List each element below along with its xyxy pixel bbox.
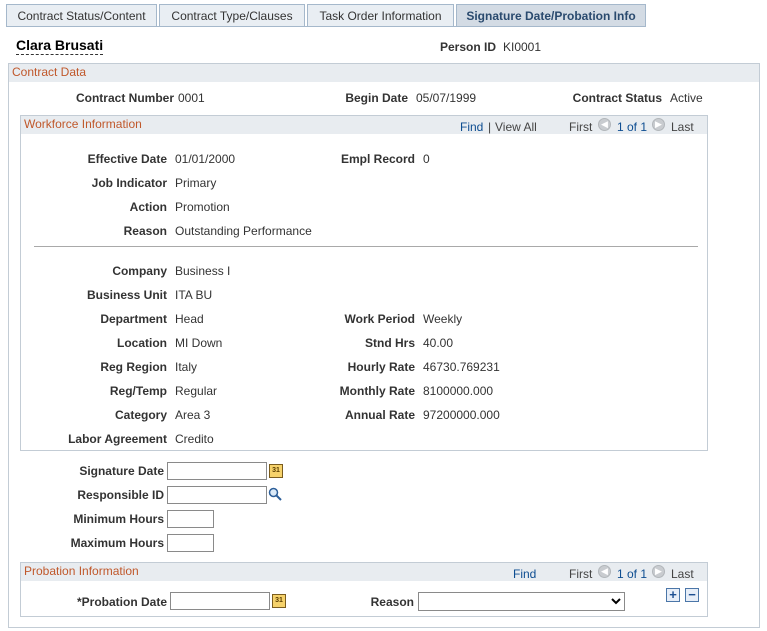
annual-rate-label: Annual Rate (344, 408, 415, 422)
labor-agreement-label: Labor Agreement (68, 432, 167, 446)
effective-date-value: 01/01/2000 (175, 152, 236, 166)
contract-data-header: Contract Data (9, 64, 759, 82)
reg-temp-label: Reg/Temp (109, 384, 167, 398)
action-label: Action (129, 200, 167, 214)
probation-reason-select[interactable] (418, 592, 625, 611)
contract-status-value: Active (670, 91, 703, 105)
probation-first-label: First (569, 567, 593, 581)
location-value: MI Down (175, 336, 223, 350)
hourly-rate-label: Hourly Rate (347, 360, 415, 374)
probation-next-icon: ▶ (652, 565, 665, 578)
tab-label: Signature Date/Probation Info (466, 9, 636, 23)
department-label: Department (100, 312, 167, 326)
tab-contract-type-clauses[interactable]: Contract Type/Clauses (159, 4, 305, 26)
reg-region-value: Italy (175, 360, 198, 374)
probation-counter: 1 of 1 (617, 567, 648, 581)
begin-date-label: Begin Date (345, 91, 408, 105)
location-label: Location (117, 336, 167, 350)
contract-status-label: Contract Status (572, 91, 662, 105)
probation-date-calendar-icon[interactable]: 31 (272, 594, 286, 608)
action-value: Promotion (175, 200, 230, 214)
business-unit-value: ITA BU (175, 288, 213, 302)
probation-last-label: Last (671, 567, 694, 581)
workforce-counter: 1 of 1 (617, 120, 648, 134)
annual-rate-value: 97200000.000 (423, 408, 500, 422)
work-period-value: Weekly (423, 312, 463, 326)
signature-date-calendar-icon[interactable]: 31 (269, 464, 283, 478)
tab-underline (6, 26, 646, 27)
probation-previous-icon: ◀ (598, 565, 611, 578)
tab-signature-date-probation-info[interactable]: Signature Date/Probation Info (456, 4, 646, 27)
contract-number-value: 0001 (178, 91, 205, 105)
person-id-label: Person ID (440, 40, 497, 54)
probation-reason-label: Reason (370, 595, 414, 609)
workforce-next-icon: ▶ (652, 118, 665, 131)
department-value: Head (175, 312, 204, 326)
workforce-find-link[interactable]: Find (460, 120, 483, 134)
business-unit-label: Business Unit (86, 288, 167, 302)
company-value: Business I (175, 264, 231, 278)
company-label: Company (112, 264, 167, 278)
minimum-hours-field[interactable] (167, 510, 214, 528)
reg-temp-value: Regular (175, 384, 218, 398)
empl-record-value: 0 (423, 152, 430, 166)
probation-information-title: Probation Information (24, 564, 139, 578)
responsible-id-label: Responsible ID (77, 488, 164, 502)
category-value: Area 3 (175, 408, 211, 422)
begin-date-value: 05/07/1999 (416, 91, 477, 105)
workforce-information-title: Workforce Information (24, 117, 142, 131)
minimum-hours-label: Minimum Hours (73, 512, 164, 526)
workforce-divider (34, 246, 698, 247)
stnd-hrs-value: 40.00 (423, 336, 454, 350)
tab-label: Contract Type/Clauses (171, 9, 293, 23)
job-indicator-value: Primary (175, 176, 217, 190)
delete-row-button[interactable]: − (685, 588, 699, 602)
tab-task-order-information[interactable]: Task Order Information (307, 4, 454, 26)
workforce-first-label: First (569, 120, 593, 134)
person-name[interactable]: Clara Brusati (16, 37, 104, 55)
probation-find-link[interactable]: Find (513, 567, 536, 581)
contract-number-label: Contract Number (75, 91, 174, 105)
workforce-view-all-link[interactable]: View All (495, 120, 537, 134)
tab-label: Contract Status/Content (17, 9, 146, 23)
tab-label: Task Order Information (319, 9, 442, 23)
workforce-last-label: Last (671, 120, 694, 134)
empl-record-label: Empl Record (340, 152, 415, 166)
person-id-value: KI0001 (503, 40, 542, 54)
work-period-label: Work Period (344, 312, 415, 326)
monthly-rate-value: 8100000.000 (423, 384, 494, 398)
maximum-hours-field[interactable] (167, 534, 214, 552)
maximum-hours-label: Maximum Hours (70, 536, 164, 550)
signature-date-label: Signature Date (79, 464, 164, 478)
effective-date-label: Effective Date (87, 152, 167, 166)
stnd-hrs-label: Stnd Hrs (364, 336, 415, 350)
probation-date-label: *Probation Date (76, 595, 167, 609)
hourly-rate-value: 46730.769231 (423, 360, 500, 374)
workforce-previous-icon: ◀ (598, 118, 611, 131)
monthly-rate-label: Monthly Rate (339, 384, 415, 398)
contract-data-title: Contract Data (12, 65, 87, 79)
reg-region-label: Reg Region (100, 360, 167, 374)
job-indicator-label: Job Indicator (91, 176, 167, 190)
responsible-id-field[interactable] (167, 486, 267, 504)
labor-agreement-value: Credito (175, 432, 214, 446)
reason-value: Outstanding Performance (175, 224, 312, 238)
reason-label: Reason (123, 224, 167, 238)
tab-contract-status-content[interactable]: Contract Status/Content (6, 4, 157, 26)
signature-date-field[interactable] (167, 462, 267, 480)
responsible-id-magnifier-icon[interactable] (268, 487, 282, 501)
category-label: Category (114, 408, 167, 422)
add-row-button[interactable]: + (666, 588, 680, 602)
workforce-separator: | (488, 120, 492, 134)
probation-date-field[interactable] (170, 592, 270, 610)
